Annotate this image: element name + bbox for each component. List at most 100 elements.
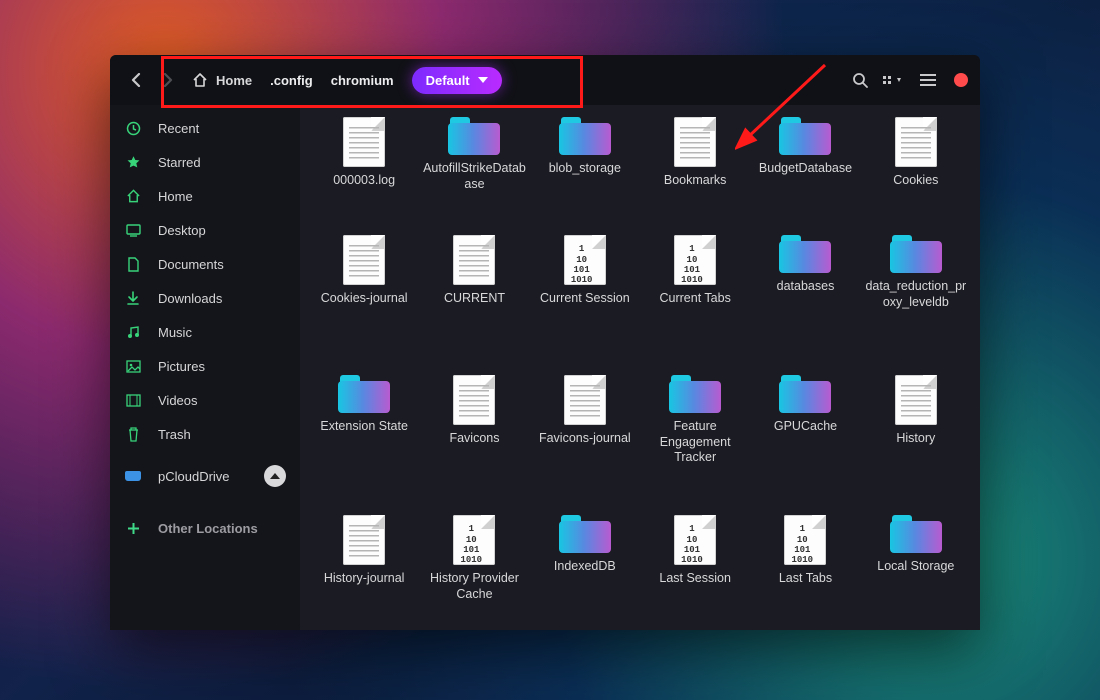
sidebar-item-label: Starred: [158, 155, 201, 170]
sidebar-item-label: Other Locations: [158, 521, 258, 536]
file-item[interactable]: databases: [751, 231, 859, 361]
file-label: BudgetDatabase: [759, 161, 852, 177]
sidebar-item-label: Downloads: [158, 291, 222, 306]
sidebar-item-desktop[interactable]: Desktop: [110, 213, 300, 247]
file-item[interactable]: Favicons: [420, 371, 528, 501]
file-label: AutofillStrikeDatabase: [422, 161, 526, 192]
sidebar-item-starred[interactable]: Starred: [110, 145, 300, 179]
film-icon: [124, 394, 142, 407]
file-item[interactable]: 000003.log: [310, 113, 418, 221]
search-button[interactable]: [846, 64, 874, 96]
file-item[interactable]: IndexedDB: [531, 511, 639, 630]
sidebar-item-pictures[interactable]: Pictures: [110, 349, 300, 383]
folder-icon: [779, 235, 831, 273]
sidebar-item-music[interactable]: Music: [110, 315, 300, 349]
sidebar-item-label: Trash: [158, 427, 191, 442]
file-label: CURRENT: [444, 291, 505, 307]
file-item[interactable]: 1 10 101 1010Current Session: [531, 231, 639, 361]
text-file-icon: [343, 515, 385, 565]
file-label: Last Tabs: [779, 571, 832, 587]
file-label: History-journal: [324, 571, 405, 587]
star-icon: [124, 155, 142, 170]
folder-icon: [890, 235, 942, 273]
breadcrumb-current-label: Default: [426, 73, 470, 88]
sidebar-item-other-locations[interactable]: Other Locations: [110, 511, 300, 545]
breadcrumb-home[interactable]: Home: [192, 73, 252, 88]
text-file-icon: [674, 117, 716, 167]
file-label: Local Storage: [877, 559, 954, 575]
file-label: Last Session: [659, 571, 731, 587]
file-grid: 000003.logAutofillStrikeDatabase blob_sto…: [300, 105, 980, 630]
file-item[interactable]: data_reduction_proxy_leveldb: [862, 231, 970, 361]
file-item[interactable]: 1 10 101 1010Last Session: [641, 511, 749, 630]
file-item[interactable]: Favicons-journal: [531, 371, 639, 501]
view-mode-button[interactable]: [880, 64, 908, 96]
chevron-down-icon: [478, 77, 488, 83]
toolbar-right: [846, 64, 968, 96]
file-item[interactable]: Extension State: [310, 371, 418, 501]
file-item[interactable]: Cookies-journal: [310, 231, 418, 361]
file-item[interactable]: blob_storage: [531, 113, 639, 221]
file-label: blob_storage: [549, 161, 621, 177]
sidebar-item-home[interactable]: Home: [110, 179, 300, 213]
file-item[interactable]: BudgetDatabase: [751, 113, 859, 221]
file-label: data_reduction_proxy_leveldb: [864, 279, 968, 310]
file-label: databases: [777, 279, 835, 295]
sidebar: Recent Starred Home Desktop: [110, 105, 300, 630]
sidebar-item-recent[interactable]: Recent: [110, 111, 300, 145]
picture-icon: [124, 360, 142, 373]
sidebar-item-pclouddrive[interactable]: pCloudDrive: [110, 459, 300, 493]
text-file-icon: [343, 117, 385, 167]
music-icon: [124, 325, 142, 339]
folder-icon: [559, 117, 611, 155]
file-label: History Provider Cache: [422, 571, 526, 602]
sidebar-item-downloads[interactable]: Downloads: [110, 281, 300, 315]
sidebar-item-trash[interactable]: Trash: [110, 417, 300, 451]
sidebar-item-label: Desktop: [158, 223, 206, 238]
folder-icon: [338, 375, 390, 413]
file-item[interactable]: CURRENT: [420, 231, 528, 361]
text-file-icon: [343, 235, 385, 285]
breadcrumb-item-2[interactable]: chromium: [331, 73, 394, 88]
sidebar-item-label: Recent: [158, 121, 199, 136]
folder-icon: [779, 375, 831, 413]
breadcrumb-current[interactable]: Default: [412, 67, 502, 94]
home-icon: [124, 189, 142, 203]
file-label: GPUCache: [774, 419, 837, 435]
sidebar-item-label: pCloudDrive: [158, 469, 230, 484]
close-button[interactable]: [954, 73, 968, 87]
titlebar: Home .config chromium Default: [110, 55, 980, 105]
file-item[interactable]: GPUCache: [751, 371, 859, 501]
folder-icon: [559, 515, 611, 553]
file-item[interactable]: History: [862, 371, 970, 501]
trash-icon: [124, 427, 142, 442]
eject-icon: [270, 473, 280, 479]
nav-forward-button[interactable]: [154, 64, 182, 96]
file-item[interactable]: Cookies: [862, 113, 970, 221]
breadcrumb-item-1[interactable]: .config: [270, 73, 313, 88]
sidebar-item-label: Documents: [158, 257, 224, 272]
folder-icon: [669, 375, 721, 413]
nav-back-button[interactable]: [122, 64, 150, 96]
file-item[interactable]: Feature Engagement Tracker: [641, 371, 749, 501]
text-file-icon: [895, 375, 937, 425]
file-item[interactable]: 1 10 101 1010Current Tabs: [641, 231, 749, 361]
download-icon: [124, 291, 142, 305]
file-item[interactable]: 1 10 101 1010Last Tabs: [751, 511, 859, 630]
hamburger-menu-button[interactable]: [914, 64, 942, 96]
eject-button[interactable]: [264, 465, 286, 487]
sidebar-item-label: Pictures: [158, 359, 205, 374]
folder-icon: [890, 515, 942, 553]
file-label: Extension State: [320, 419, 408, 435]
file-label: IndexedDB: [554, 559, 616, 575]
binary-file-icon: 1 10 101 1010: [564, 235, 606, 285]
file-item[interactable]: Local Storage: [862, 511, 970, 630]
file-label: Current Tabs: [659, 291, 730, 307]
sidebar-item-documents[interactable]: Documents: [110, 247, 300, 281]
file-item[interactable]: 1 10 101 1010History Provider Cache: [420, 511, 528, 630]
folder-icon: [448, 117, 500, 155]
file-item[interactable]: AutofillStrikeDatabase: [420, 113, 528, 221]
file-item[interactable]: Bookmarks: [641, 113, 749, 221]
sidebar-item-videos[interactable]: Videos: [110, 383, 300, 417]
file-item[interactable]: History-journal: [310, 511, 418, 630]
